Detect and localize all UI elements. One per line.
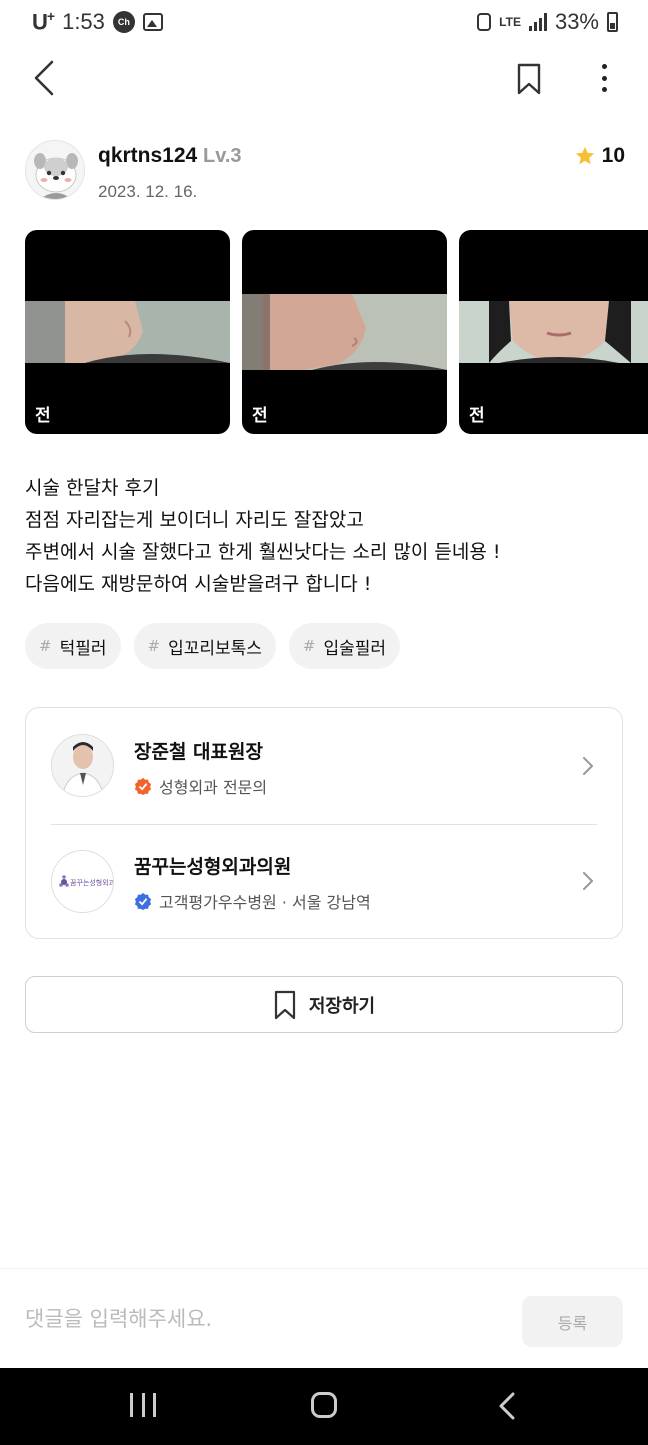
home-button[interactable] (311, 1392, 337, 1418)
battery-percent: 33% (554, 9, 599, 34)
save-button[interactable]: 저장하기 (25, 976, 623, 1033)
clinic-row[interactable]: 꿈꾸는성형외과 꿈꾸는성형외과의원 고객평가우수병원 · 서울 강남역 (26, 825, 622, 940)
review-line: 시술 한달차 후기 (25, 477, 160, 499)
signal-icon (528, 13, 547, 31)
doctor-specialty: 성형외과 전문의 (134, 774, 267, 798)
back-button[interactable] (30, 60, 62, 96)
more-vertical-icon (601, 64, 607, 69)
tag-chip[interactable]: # 턱필러 (25, 623, 121, 669)
clinic-name: 꿈꾸는성형외과의원 (134, 856, 292, 878)
status-time: 1:53 (62, 8, 105, 34)
photo-face-image (25, 301, 230, 363)
top-navigation (0, 50, 648, 106)
photo-face-image (459, 301, 648, 363)
alarm-icon (477, 13, 492, 31)
clinic-logo-text: 꿈꾸는성형외과 (70, 878, 114, 887)
gallery-notification-icon (142, 12, 163, 31)
verified-badge-icon (134, 777, 152, 795)
review-author: qkrtns124 Lv.3 2023. 12. 16. 10 (25, 140, 625, 204)
recent-apps-button[interactable] (130, 1393, 156, 1417)
comment-submit-button[interactable]: 등록 (522, 1296, 623, 1347)
specialty-label: 성형외과 전문의 (159, 778, 268, 797)
status-bar: U+ 1:53 Ch LTE 33% (0, 0, 648, 44)
author-username[interactable]: qkrtns124 (98, 144, 197, 168)
photo-label: 전 (252, 406, 268, 426)
doctor-portrait-icon (52, 735, 113, 796)
avatar[interactable] (25, 140, 85, 200)
bookmark-button[interactable] (514, 62, 544, 96)
review-line: 다음에도 재방문하여 시술받을려구 합니다 ! (25, 573, 372, 595)
photo-face-image (242, 294, 447, 370)
tag-list: # 턱필러 # 입꼬리보톡스 # 입술필러 (25, 623, 401, 669)
network-type: LTE (499, 14, 521, 29)
photo-label: 전 (469, 406, 485, 426)
doctor-photo (51, 734, 114, 797)
provider-card: 장준철 대표원장 성형외과 전문의 꿈꾸는성형외과 꿈꾸는성형외과의원 고객평가… (25, 707, 623, 939)
carrier-label: U+ (32, 8, 55, 35)
status-left: U+ 1:53 Ch (32, 8, 163, 35)
comment-bar: 등록 (0, 1268, 648, 1368)
review-line: 점점 자리잡는게 보이더니 자리도 잘잡았고 (25, 509, 364, 531)
system-navigation-bar (0, 1368, 648, 1445)
battery-icon (607, 12, 618, 32)
system-back-button[interactable] (497, 1392, 517, 1420)
clinic-logo-icon: 꿈꾸는성형외과 (52, 851, 114, 912)
author-level: Lv.3 (203, 145, 242, 167)
rating-value: 10 (601, 144, 625, 167)
clinic-logo: 꿈꾸는성형외과 (51, 850, 114, 913)
chat-notification-icon: Ch (112, 10, 135, 33)
review-photo[interactable]: 전 (25, 230, 230, 434)
tag-chip[interactable]: # 입술필러 (288, 623, 401, 669)
review-photo-carousel[interactable]: 전 전 전 (25, 230, 648, 435)
more-options-button[interactable] (590, 60, 618, 96)
rating: 10 (574, 144, 625, 168)
hash-icon: # (302, 637, 316, 655)
bookmark-icon (517, 63, 541, 95)
tag-label: 입술필러 (323, 638, 387, 659)
bookmark-icon (274, 990, 295, 1019)
chevron-right-icon (583, 757, 593, 775)
doctor-name: 장준철 대표원장 (134, 741, 263, 763)
clinic-info-label: 고객평가우수병원 · 서울 강남역 (159, 893, 371, 912)
review-photo[interactable]: 전 (242, 230, 447, 434)
review-date: 2023. 12. 16. (98, 182, 198, 201)
review-body: 시술 한달차 후기 점점 자리잡는게 보이더니 자리도 잘잡았고 주변에서 시술… (25, 472, 625, 600)
review-line: 주변에서 시술 잘했다고 한게 훨씬낫다는 소리 많이 듣네용 ! (25, 541, 501, 563)
hash-icon: # (39, 637, 52, 655)
star-icon (575, 146, 594, 165)
review-photo[interactable]: 전 (459, 230, 648, 434)
doctor-row[interactable]: 장준철 대표원장 성형외과 전문의 (26, 708, 622, 823)
tag-label: 턱필러 (59, 638, 107, 659)
clinic-info: 고객평가우수병원 · 서울 강남역 (134, 889, 371, 913)
status-right: LTE 33% (477, 9, 618, 35)
chevron-right-icon (583, 872, 593, 890)
chevron-left-icon (34, 60, 54, 96)
photo-label: 전 (35, 406, 51, 426)
verified-badge-icon (134, 892, 152, 910)
tag-label: 입꼬리보톡스 (168, 638, 262, 659)
tag-chip[interactable]: # 입꼬리보톡스 (133, 623, 276, 669)
avatar-dog-icon (26, 141, 84, 199)
comment-input[interactable] (25, 1297, 495, 1341)
hash-icon: # (147, 637, 161, 655)
save-button-label: 저장하기 (308, 995, 376, 1017)
